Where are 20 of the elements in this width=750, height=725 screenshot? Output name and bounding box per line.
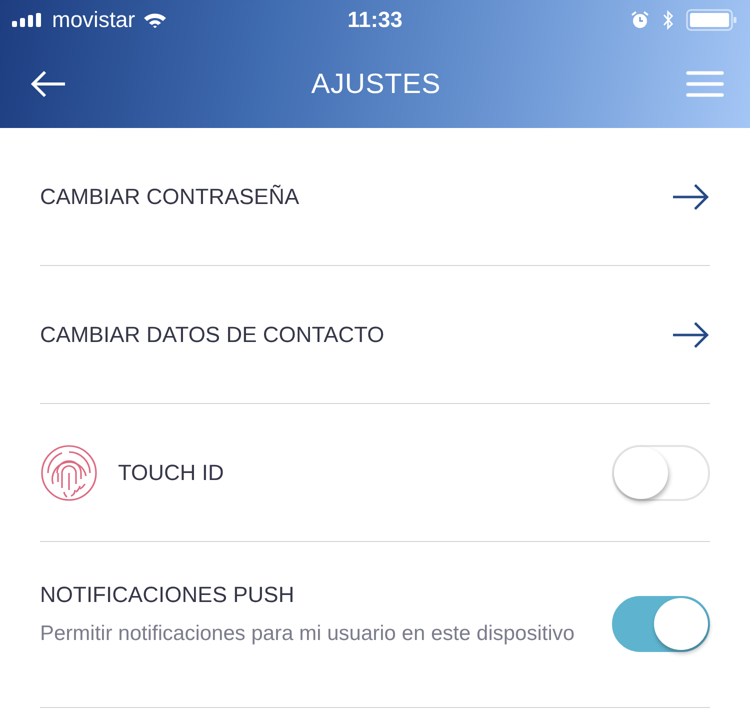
alarm-icon (630, 10, 650, 30)
carrier-name: movistar (52, 7, 136, 33)
setting-label[interactable]: CAMBIAR DATOS DE CONTACTO (40, 322, 384, 348)
clock-time: 11:33 (347, 7, 403, 33)
back-button[interactable] (30, 70, 66, 98)
bluetooth-icon (662, 10, 674, 30)
battery-icon (686, 8, 738, 32)
setting-label: TOUCH ID (118, 460, 225, 486)
toggle-switch[interactable] (612, 596, 710, 652)
fingerprint-icon (40, 444, 98, 502)
right-arrow-icon[interactable] (672, 320, 710, 348)
setting-label: NOTIFICACIONES PUSH (40, 582, 296, 608)
right-arrow-icon[interactable] (672, 182, 710, 210)
setting-label[interactable]: CAMBIAR CONTRASEÑA (40, 184, 300, 210)
setting-description: Permitir notificaciones para mi usuario en este dispositivo (40, 621, 576, 647)
signal-icon (12, 13, 44, 27)
wifi-icon (143, 12, 168, 28)
page-title: AJUSTES (311, 68, 441, 100)
back-arrow-icon (30, 70, 66, 98)
menu-icon (686, 70, 724, 98)
